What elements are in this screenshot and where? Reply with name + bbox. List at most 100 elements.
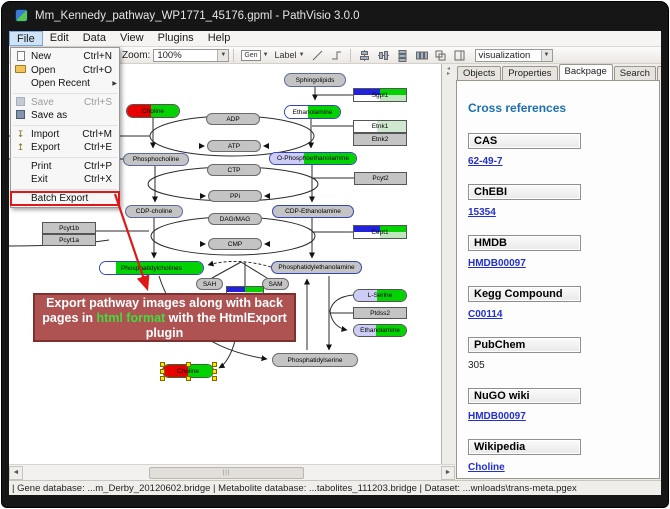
selection-handle[interactable] [212, 362, 217, 367]
file-menu-item-export[interactable]: ↥ExportCtrl+E [11, 141, 119, 155]
xref-link[interactable]: Choline [468, 462, 659, 473]
menu-view[interactable]: View [113, 31, 151, 46]
file-menu-item-exit[interactable]: ExitCtrl+X [11, 173, 119, 187]
scroll-right-icon[interactable]: ► [441, 466, 455, 480]
tab-backpage[interactable]: Backpage [559, 64, 613, 80]
node-label: O-Phosphoethanolamine [277, 155, 349, 162]
visualization-combobox[interactable]: visualization ▼ [475, 49, 553, 62]
selection-handle[interactable] [212, 376, 217, 381]
node-label: CMP [228, 241, 242, 248]
title-bar[interactable]: Mm_Kennedy_pathway_WP1771_45176.gpml - P… [2, 2, 668, 29]
selection-handle[interactable] [160, 362, 165, 367]
pathway-node-ethanolamine[interactable]: Ethanolamine [284, 105, 341, 119]
file-menu-item-open[interactable]: OpenCtrl+O [11, 64, 119, 78]
selection-handle[interactable] [212, 369, 217, 374]
file-menu-item-print[interactable]: PrintCtrl+P [11, 160, 119, 174]
selection-handle[interactable] [160, 376, 165, 381]
pathway-node-sah[interactable]: SAH [196, 278, 223, 290]
pathway-node-pcyt2[interactable]: Pcyt2 [354, 172, 407, 185]
xref-link[interactable]: C00114 [468, 309, 659, 320]
pathway-node-phosphatidylserine[interactable]: Phosphatidylserine [272, 353, 358, 367]
xref-value: 305 [468, 360, 659, 371]
canvas-horizontal-scrollbar[interactable]: ◄ ||| ► [9, 464, 455, 480]
node-label: CDP-Ethanolamine [285, 208, 341, 215]
xref-link[interactable]: 62-49-7 [468, 156, 659, 167]
panel-tabs: ObjectsPropertiesBackpageSearchLegend [455, 64, 661, 80]
align-center-x-icon[interactable] [357, 48, 372, 63]
tab-objects[interactable]: Objects [457, 66, 501, 80]
pathway-node-cmp[interactable]: CMP [208, 238, 262, 250]
pathway-node-ethanolamine[interactable]: Ethanolamine [353, 324, 407, 337]
align-center-y-icon[interactable] [376, 48, 391, 63]
pathway-node-sam[interactable]: SAM [262, 278, 289, 290]
chevron-down-icon[interactable]: ▼ [217, 50, 228, 61]
pathway-node-cept1[interactable]: Cept1 [353, 225, 407, 239]
stack-vertical-icon[interactable] [395, 48, 410, 63]
pathway-node-phosphatidylcholines[interactable]: Phosphatidylcholines [99, 261, 204, 275]
side-panel-icon[interactable] [452, 48, 467, 63]
client-area: FileEditDataViewPluginsHelp Zoom: 100% ▼… [9, 31, 661, 495]
pathway-node-cdp-choline[interactable]: CDP-choline [125, 205, 183, 218]
xref-link[interactable]: HMDB00097 [468, 411, 659, 422]
pathway-node-sphingolipids[interactable]: Sphingolipids [284, 73, 346, 87]
pathway-node-pcyt1b[interactable]: Pcyt1b [42, 222, 96, 234]
file-menu-item-save[interactable]: SaveCtrl+S [11, 96, 119, 110]
menu-edit[interactable]: Edit [43, 31, 76, 46]
node-label: Etnk2 [372, 136, 389, 143]
menu-help[interactable]: Help [201, 31, 238, 46]
pathway-node-choline[interactable]: Choline [126, 104, 180, 118]
file-menu-item-new[interactable]: NewCtrl+N [11, 50, 119, 64]
xref-link[interactable]: HMDB00097 [468, 258, 659, 269]
pathway-node-sgpl1[interactable]: Sgpl1 [353, 88, 407, 102]
pathway-node-phosphocholine[interactable]: Phosphocholine [123, 153, 189, 166]
pathway-node-pcyt1a[interactable]: Pcyt1a [42, 234, 96, 246]
file-menu-item-save-as[interactable]: Save as [11, 109, 119, 123]
scroll-left-icon[interactable]: ◄ [9, 466, 23, 480]
pathway-node-dag-mag[interactable]: DAG/MAG [208, 213, 262, 225]
status-bar: | Gene database: ...m_Derby_20120602.bri… [9, 480, 661, 495]
file-menu-item-import[interactable]: ↧ImportCtrl+M [11, 128, 119, 142]
line-tool-icon[interactable] [310, 48, 325, 63]
pathway-node-choline[interactable]: Choline [162, 364, 214, 378]
pathway-node-o-phosphoethanolamine[interactable]: O-Phosphoethanolamine [269, 152, 357, 165]
pathway-node-ppi[interactable]: PPi [208, 190, 262, 202]
pathway-node-adp[interactable]: ADP [206, 113, 260, 125]
pathway-node-atp[interactable]: ATP [207, 140, 261, 152]
menu-file[interactable]: File [9, 31, 43, 46]
menu-plugins[interactable]: Plugins [151, 31, 201, 46]
pathway-node-ptdss2[interactable]: Ptdss2 [353, 307, 407, 319]
file-menu-item-open-recent[interactable]: Open Recent▶ [11, 77, 119, 91]
node-label: Sgpl1 [372, 92, 389, 99]
selection-handle[interactable] [186, 362, 191, 367]
pathway-node-phosphatidylethanolamine[interactable]: Phosphatidylethanolamine [271, 261, 362, 274]
selection-handle[interactable] [160, 369, 165, 374]
elbow-connector-icon[interactable] [329, 48, 344, 63]
scrollbar-thumb[interactable]: ||| [149, 467, 304, 479]
file-menu-item-batch-export[interactable]: Batch Export [11, 192, 119, 206]
callout-text: with the HtmlExport plugin [146, 311, 287, 340]
annotation-callout: Export pathway images along with back pa… [33, 293, 296, 342]
label-button[interactable]: Label ▼ [273, 49, 307, 61]
selection-handle[interactable] [186, 376, 191, 381]
stack-horizontal-icon[interactable] [414, 48, 429, 63]
xref-link[interactable]: 15354 [468, 207, 659, 218]
backpage-panel[interactable]: Cross references CAS62-49-7ChEBI15354HMD… [456, 80, 660, 479]
node-label: ATP [228, 143, 240, 150]
common-size-icon[interactable] [433, 48, 448, 63]
tab-legend[interactable]: Legend [657, 66, 661, 80]
pathway-node-l-serine[interactable]: L-Serine [353, 289, 407, 302]
tab-properties[interactable]: Properties [502, 66, 557, 80]
chevron-down-icon[interactable]: ▼ [541, 50, 552, 61]
panel-splitter[interactable]: ◂▸ [442, 64, 455, 464]
save-icon [13, 97, 28, 108]
tab-search[interactable]: Search [614, 66, 656, 80]
menu-data[interactable]: Data [76, 31, 113, 46]
gene-product-button[interactable]: Gen ▼ [239, 49, 270, 62]
zoom-combobox[interactable]: 100% ▼ [153, 49, 229, 62]
window-title: Mm_Kennedy_pathway_WP1771_45176.gpml - P… [35, 10, 360, 22]
zoom-value: 100% [157, 50, 181, 61]
pathway-node-etnk2[interactable]: Etnk2 [353, 133, 407, 146]
pathway-node-etnk1[interactable]: Etnk1 [353, 120, 407, 133]
pathway-node-cdp-ethanolamine[interactable]: CDP-Ethanolamine [272, 205, 354, 218]
pathway-node-ctp[interactable]: CTP [207, 164, 261, 176]
